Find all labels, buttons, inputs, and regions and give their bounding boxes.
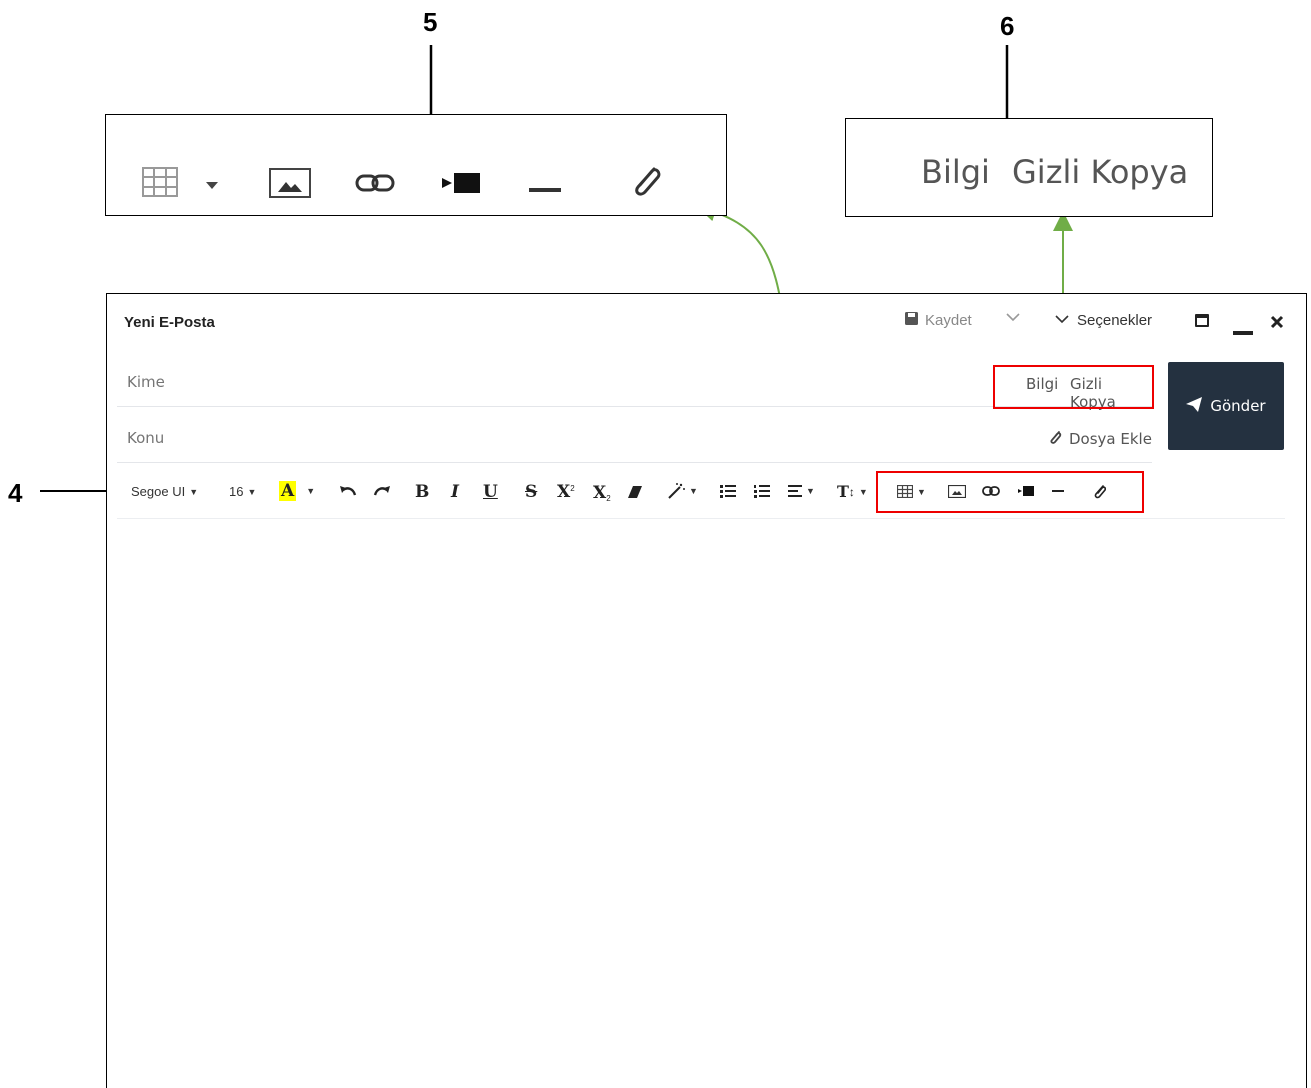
attach-file-label: Dosya Ekle [1069, 430, 1152, 448]
align-left-icon [788, 485, 802, 497]
font-family-value: Segoe UI [131, 484, 186, 499]
save-label: Kaydet [925, 312, 972, 329]
send-label: Gönder [1210, 397, 1266, 415]
highlight-icon: A [279, 481, 297, 501]
subject-input[interactable] [125, 428, 729, 448]
bullet-list-icon [720, 485, 736, 498]
chevron-down-icon: ▼ [858, 486, 868, 497]
subject-row: Dosya Ekle [117, 412, 1152, 463]
underline-button[interactable]: U [483, 482, 498, 502]
strikethrough-button[interactable]: S [525, 482, 537, 502]
font-family-select[interactable]: Segoe UI ▼ [131, 484, 198, 499]
chevron-down-icon: ▼ [306, 486, 316, 496]
undo-icon [340, 486, 357, 496]
message-body-editor[interactable] [117, 520, 1285, 1080]
zoom-recipients: Bilgi Gizli Kopya [845, 118, 1213, 217]
compose-window: Yeni E-Posta Kaydet Seçenekler Bilgi Giz… [106, 293, 1307, 1088]
highlight-recipients-box [993, 365, 1154, 409]
superscript-icon: X [557, 482, 571, 502]
text-size-icon: T [837, 482, 849, 501]
redo-button[interactable] [373, 484, 391, 496]
chevron-down-icon [1055, 312, 1069, 329]
paper-plane-icon [1186, 396, 1203, 416]
table-icon [142, 167, 178, 202]
close-icon[interactable] [1270, 315, 1284, 334]
text-size-button[interactable]: T ↕ ▼ [837, 482, 868, 501]
font-size-value: 16 [229, 484, 244, 499]
undo-button[interactable] [339, 484, 357, 496]
zoom-insert-tools [105, 114, 727, 216]
font-size-select[interactable]: 16 ▼ [229, 484, 256, 499]
numbered-list-button[interactable] [754, 485, 770, 498]
video-icon [440, 171, 482, 200]
window-title: Yeni E-Posta [124, 314, 215, 331]
paperclip-icon [1048, 429, 1062, 449]
send-button[interactable]: Gönder [1168, 362, 1284, 450]
attach-file-button[interactable]: Dosya Ekle [1048, 429, 1152, 449]
zoom-cc-label: Bilgi [921, 153, 990, 191]
options-label: Seçenekler [1077, 312, 1153, 329]
bullet-list-button[interactable] [720, 485, 736, 498]
chevron-down-icon: ▼ [689, 486, 698, 496]
align-button[interactable]: ▼ [788, 485, 815, 497]
bold-button[interactable]: B [415, 482, 429, 502]
redo-icon [373, 486, 390, 496]
chevron-down-icon: ▼ [806, 486, 815, 496]
eraser-icon [628, 486, 642, 498]
style-magic-button[interactable]: ▼ [667, 483, 698, 499]
italic-button[interactable]: I [451, 482, 459, 502]
clear-format-button[interactable] [628, 486, 642, 498]
to-input[interactable] [125, 372, 729, 392]
magic-wand-icon [668, 483, 685, 499]
chevron-down-icon: ▼ [247, 486, 257, 497]
minimize-icon[interactable] [1233, 323, 1253, 341]
chevron-down-icon [206, 177, 218, 195]
highlight-color-button[interactable]: A ▼ [279, 481, 315, 501]
save-icon [905, 312, 918, 329]
numbered-list-icon [754, 485, 770, 498]
chevron-down-icon: ▼ [189, 486, 199, 497]
image-icon [269, 168, 311, 203]
save-button[interactable]: Kaydet [905, 312, 972, 329]
link-icon [355, 173, 395, 198]
paperclip-icon [628, 163, 662, 204]
subscript-icon: X [593, 482, 607, 503]
save-dropdown-chevron[interactable] [1005, 310, 1021, 328]
superscript-button[interactable]: X2 [557, 482, 575, 502]
horizontal-rule-icon [529, 181, 561, 199]
zoom-bcc-label: Gizli Kopya [1012, 153, 1189, 191]
subscript-button[interactable]: X2 [593, 482, 611, 504]
options-button[interactable]: Seçenekler [1055, 312, 1152, 329]
maximize-icon[interactable] [1195, 314, 1209, 332]
highlight-insert-tools-box [876, 471, 1144, 513]
